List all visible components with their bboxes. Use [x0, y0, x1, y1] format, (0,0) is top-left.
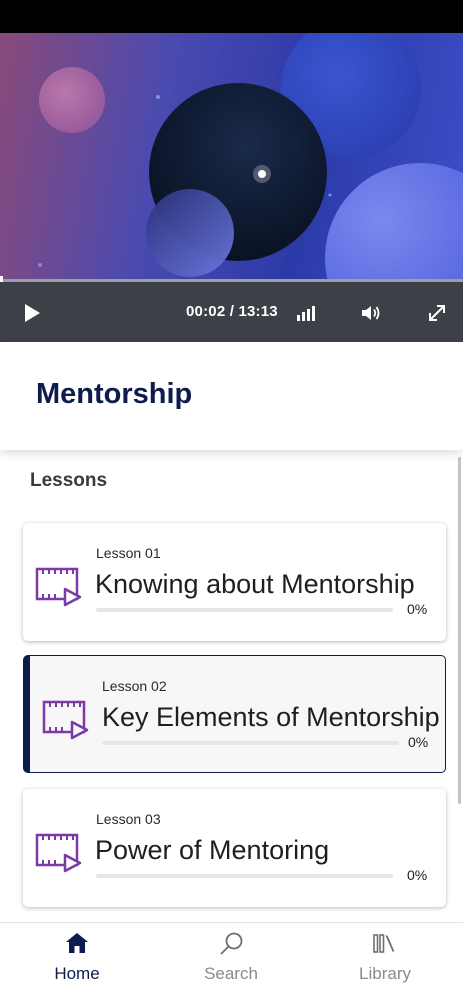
- video-artwork: [38, 33, 463, 281]
- lesson-progress-label: 0%: [407, 867, 428, 883]
- lessons-heading: Lessons: [30, 470, 108, 491]
- lesson-number: Lesson 01: [96, 545, 161, 561]
- video-frame[interactable]: [0, 33, 463, 281]
- video-film-icon: [35, 567, 82, 607]
- lesson-progress-label: 0%: [408, 734, 429, 750]
- lesson-progress-bar: [96, 874, 393, 878]
- lesson-title: Power of Mentoring: [95, 835, 330, 865]
- lesson-title: Key Elements of Mentorship: [102, 702, 440, 732]
- lesson-progress-bar: [102, 741, 399, 745]
- nav-search[interactable]: Search: [154, 923, 308, 992]
- course-header: Mentorship: [0, 342, 463, 450]
- play-button[interactable]: [18, 299, 46, 327]
- lesson-card[interactable]: Lesson 01 Knowing about Mentorship 0%: [23, 523, 446, 641]
- lesson-progress-label: 0%: [407, 601, 428, 617]
- library-icon: [308, 931, 462, 957]
- lesson-number: Lesson 02: [102, 678, 167, 694]
- video-film-icon: [42, 700, 89, 740]
- course-title: Mentorship: [36, 378, 193, 410]
- lesson-card-active[interactable]: Lesson 02 Key Elements of Mentorship 0%: [23, 655, 446, 773]
- play-icon: [25, 304, 40, 322]
- signal-bars-icon: [297, 306, 315, 321]
- lessons-scrollbar[interactable]: [458, 457, 461, 804]
- nav-library-label: Library: [359, 964, 411, 983]
- video-controls: 00:02 / 13:13: [0, 282, 463, 342]
- lessons-panel: Lessons Lesson 01 Knowing about Mentorsh…: [0, 450, 463, 922]
- status-bar: [0, 0, 463, 33]
- volume-button[interactable]: [358, 301, 384, 325]
- search-icon: [154, 931, 308, 957]
- nav-search-label: Search: [204, 964, 258, 983]
- lesson-progress-bar: [96, 608, 393, 612]
- nav-home[interactable]: Home: [0, 923, 154, 992]
- lesson-card[interactable]: Lesson 03 Power of Mentoring 0%: [23, 789, 446, 907]
- lesson-title: Knowing about Mentorship: [95, 569, 415, 599]
- video-time: 00:02 / 13:13: [186, 303, 278, 320]
- expand-icon: [429, 305, 445, 321]
- home-icon: [0, 931, 154, 957]
- fullscreen-button[interactable]: [424, 300, 450, 326]
- volume-icon: [362, 306, 380, 320]
- video-film-icon: [35, 833, 82, 873]
- quality-button[interactable]: [292, 302, 318, 324]
- bottom-navigation: Home Search Library: [0, 922, 463, 991]
- nav-library[interactable]: Library: [308, 923, 462, 992]
- lesson-number: Lesson 03: [96, 811, 161, 827]
- nav-home-label: Home: [54, 964, 100, 983]
